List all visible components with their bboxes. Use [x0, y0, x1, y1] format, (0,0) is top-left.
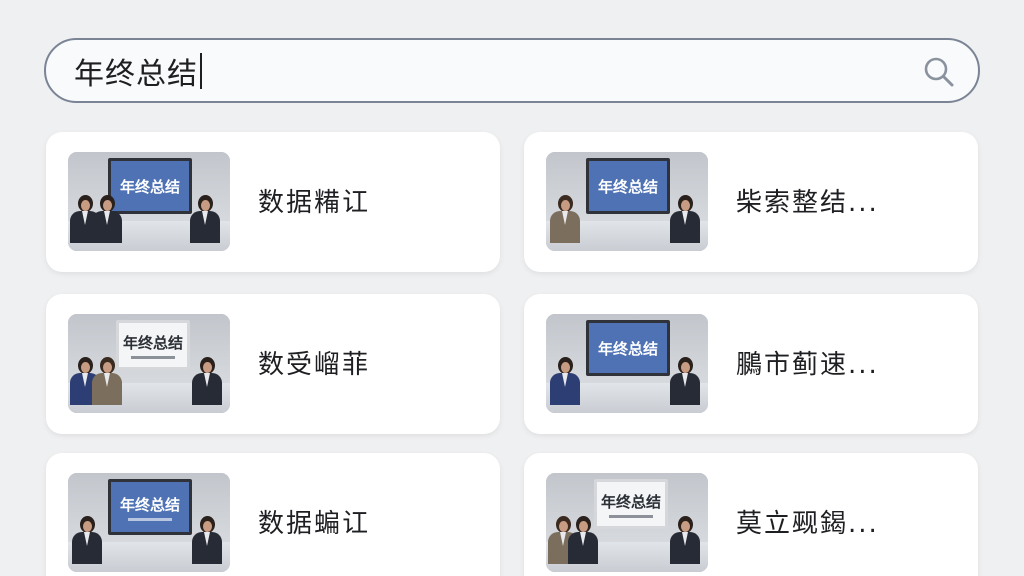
presentation-screen: 年终总结 [586, 158, 670, 214]
result-thumbnail: 年终总结 [546, 314, 708, 413]
person-figure [72, 516, 102, 564]
result-thumbnail: 年终总结 [68, 152, 230, 251]
result-title[interactable]: 数据糒讧 [258, 182, 370, 219]
result-title[interactable]: 鵩市蓟速... [736, 344, 879, 381]
thumbnail-slide-text: 年终总结 [119, 495, 180, 514]
presentation-screen: 年终总结 [108, 479, 192, 535]
result-title[interactable]: 柴索整结... [736, 182, 879, 219]
result-title[interactable]: 数据蝙讧 [258, 503, 370, 540]
presentation-screen: 年终总结 [594, 479, 668, 529]
person-figure [190, 195, 220, 243]
presentation-screen: 年终总结 [586, 320, 670, 376]
thumbnail-slide-text: 年终总结 [600, 492, 661, 511]
presentation-screen: 年终总结 [116, 320, 190, 370]
result-card[interactable]: 年终总结 数受嵧菲 [46, 294, 500, 434]
result-card[interactable]: 年终总结 莫立觋鍻... [524, 453, 978, 576]
thumbnail-slide-text: 年终总结 [597, 177, 658, 196]
person-figure [550, 195, 580, 243]
result-card[interactable]: 年终总结 柴索整结... [524, 132, 978, 272]
person-figure [670, 195, 700, 243]
result-card[interactable]: 年终总结 数据蝙讧 [46, 453, 500, 576]
result-title[interactable]: 数受嵧菲 [258, 344, 370, 381]
person-figure [550, 357, 580, 405]
search-bar[interactable]: 年终总结 [44, 38, 980, 103]
thumbnail-slide-text: 年终总结 [122, 333, 183, 352]
result-thumbnail: 年终总结 [68, 314, 230, 413]
text-caret [200, 52, 202, 89]
thumbnail-slide-text: 年终总结 [119, 177, 180, 196]
person-figure [92, 357, 122, 405]
result-card[interactable]: 年终总结 数据糒讧 [46, 132, 500, 272]
search-icon[interactable] [922, 55, 956, 89]
result-thumbnail: 年终总结 [546, 473, 708, 572]
person-figure [92, 195, 122, 243]
result-thumbnail: 年终总结 [546, 152, 708, 251]
result-thumbnail: 年终总结 [68, 473, 230, 572]
person-figure [670, 357, 700, 405]
result-title[interactable]: 莫立觋鍻... [736, 503, 879, 540]
person-figure [192, 357, 222, 405]
person-figure [670, 516, 700, 564]
person-figure [568, 516, 598, 564]
search-results-page: 年终总结 年终总结 数据糒讧 年终总结 柴索整结... 年终总结 数受嵧菲 年终… [0, 0, 1024, 576]
result-card[interactable]: 年终总结 鵩市蓟速... [524, 294, 978, 434]
person-figure [192, 516, 222, 564]
thumbnail-slide-text: 年终总结 [597, 339, 658, 358]
search-input[interactable]: 年终总结 [74, 49, 198, 93]
